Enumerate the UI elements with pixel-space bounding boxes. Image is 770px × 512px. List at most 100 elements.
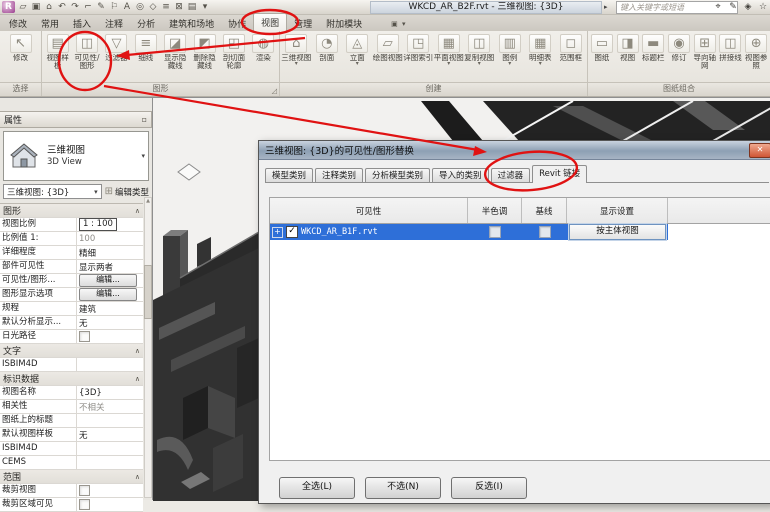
collapse-chevron-icon[interactable]: ∧ xyxy=(135,207,140,215)
by-host-view-button[interactable]: 按主体视图 xyxy=(569,224,666,240)
ribbon-button-visibility-graphics[interactable]: ◫可见性/图形 xyxy=(72,33,101,82)
ribbon-button-title-block[interactable]: ▬标题栏 xyxy=(640,33,666,82)
dialog-button-2[interactable]: 反选(I) xyxy=(451,477,527,499)
ribbon-tab-0[interactable]: 修改 xyxy=(2,15,34,31)
property-section-10[interactable]: 文字∧ xyxy=(0,344,143,358)
communication-center-icon[interactable]: ◈ xyxy=(742,1,754,13)
property-value[interactable] xyxy=(77,499,143,510)
thin-lines-icon[interactable]: ≡ xyxy=(160,1,172,13)
draw-icon[interactable]: ✎ xyxy=(95,1,107,13)
property-section-12[interactable]: 标识数据∧ xyxy=(0,372,143,386)
visibility-cell[interactable]: +✓WKCD_AR_B1F.rvt xyxy=(270,224,468,240)
underlay-checkbox[interactable] xyxy=(539,226,551,238)
ribbon-tab-4[interactable]: 分析 xyxy=(130,15,162,31)
property-value[interactable]: 显示两者 xyxy=(77,261,143,273)
property-section-0[interactable]: 图形∧ xyxy=(0,204,143,218)
dialog-tab-2[interactable]: 分析模型类别 xyxy=(365,168,430,183)
tag-icon[interactable]: ⚐ xyxy=(108,1,120,13)
scrollbar-thumb[interactable] xyxy=(144,265,152,319)
ribbon-button-elevation[interactable]: ◬立面▾ xyxy=(342,33,373,82)
ribbon-button-schedules[interactable]: ▦明细表▾ xyxy=(525,33,556,82)
ribbon-button-revisions[interactable]: ◉修订 xyxy=(666,33,692,82)
ribbon-button-modify-cursor[interactable]: ↖修改 xyxy=(1,33,40,82)
dialog-close-icon[interactable]: ✕ xyxy=(749,143,770,158)
revit-logo-icon[interactable]: R xyxy=(2,1,15,13)
redo-icon[interactable]: ↷ xyxy=(69,1,81,13)
dialog-tab-3[interactable]: 导入的类别 xyxy=(432,168,489,183)
property-checkbox[interactable] xyxy=(79,499,90,510)
property-value[interactable]: 无 xyxy=(77,317,143,329)
dialog-button-1[interactable]: 不选(N) xyxy=(365,477,441,499)
property-value[interactable] xyxy=(77,485,143,496)
ribbon-button-sheet[interactable]: ▭图纸 xyxy=(589,33,615,82)
properties-options-icon[interactable]: ▫ xyxy=(142,115,147,124)
property-value[interactable] xyxy=(77,331,143,342)
edit-type-button[interactable]: ⊞ 编辑类型 xyxy=(105,186,149,198)
ribbon-button-default-3d-view[interactable]: ⌂三维视图▾ xyxy=(281,33,312,82)
close-hidden-windows-icon[interactable]: ⊠ xyxy=(173,1,185,13)
measure-icon[interactable]: ⌐ xyxy=(82,1,94,13)
property-value[interactable]: 无 xyxy=(77,429,143,441)
title-dropdown-icon[interactable]: ▸ xyxy=(604,3,608,11)
ribbon-button-view-template[interactable]: ▤视图样板 xyxy=(43,33,72,82)
save-icon[interactable]: ▣ xyxy=(30,1,42,13)
dialog-tab-0[interactable]: 模型类别 xyxy=(265,168,313,183)
property-value[interactable]: 建筑 xyxy=(77,303,143,315)
ribbon-tab-9[interactable]: 附加模块 xyxy=(319,15,369,31)
type-selector[interactable]: 三维视图 3D View ▾ xyxy=(3,131,149,181)
sign-in-icon[interactable]: ✎ xyxy=(727,1,739,13)
open-icon[interactable]: ▱ xyxy=(17,1,29,13)
halftone-checkbox[interactable] xyxy=(489,226,501,238)
property-value[interactable]: 不相关 xyxy=(77,401,143,413)
ribbon-button-filters[interactable]: ▽过滤器 xyxy=(102,33,131,82)
properties-scrollbar[interactable]: ▲ xyxy=(144,197,152,498)
properties-header[interactable]: 属性 ▫ xyxy=(0,111,152,128)
ribbon-tab-8[interactable]: 管理 xyxy=(287,15,319,31)
section-icon[interactable]: ◇ xyxy=(147,1,159,13)
dialog-tab-5[interactable]: Revit 链接 xyxy=(532,165,587,183)
ribbon-button-matchline[interactable]: ◫拼接线 xyxy=(718,33,744,82)
property-section-19[interactable]: 范围∧ xyxy=(0,470,143,484)
switch-windows-icon[interactable]: ▤ xyxy=(186,1,198,13)
column-header-0[interactable]: 可见性 xyxy=(270,198,468,223)
ribbon-display-toggle-icon[interactable]: ▣ ▾ xyxy=(391,20,406,31)
property-value[interactable]: 1 : 100 xyxy=(77,218,143,231)
ribbon-button-drafting-view[interactable]: ▱绘图视图 xyxy=(373,33,404,82)
dialog-tab-1[interactable]: 注释类别 xyxy=(315,168,363,183)
dialog-tab-4[interactable]: 过滤器 xyxy=(491,168,531,183)
ribbon-tab-5[interactable]: 建筑和场地 xyxy=(162,15,221,31)
display-settings-cell[interactable]: 按主体视图 xyxy=(567,224,668,240)
search-binoculars-icon[interactable]: ⌖ xyxy=(712,1,724,13)
dialog-button-0[interactable]: 全选(L) xyxy=(279,477,355,499)
property-value[interactable]: 编辑... xyxy=(77,274,143,287)
ribbon-tab-2[interactable]: 插入 xyxy=(66,15,98,31)
panel-dialog-launcher-icon[interactable]: ◿ xyxy=(272,85,277,97)
ribbon-button-remove-hidden-lines[interactable]: ◩删除隐藏线 xyxy=(190,33,219,82)
collapse-chevron-icon[interactable]: ∧ xyxy=(135,347,140,355)
edit-button[interactable]: 编辑... xyxy=(79,274,137,287)
ribbon-button-scope-box[interactable]: ◻范围框 xyxy=(556,33,587,82)
ribbon-button-view-reference[interactable]: ⊕视图参照 xyxy=(743,33,769,82)
column-header-2[interactable]: 基线 xyxy=(522,198,567,223)
3d-view-icon[interactable]: ◎ xyxy=(134,1,146,13)
property-value[interactable]: {3D} xyxy=(77,388,143,398)
property-value[interactable]: 编辑... xyxy=(77,288,143,301)
column-header-4[interactable] xyxy=(668,198,770,223)
underlay-cell[interactable] xyxy=(522,224,567,240)
home-3d-icon[interactable]: ⌂ xyxy=(43,1,55,13)
undo-icon[interactable]: ↶ xyxy=(56,1,68,13)
text-icon[interactable]: A xyxy=(121,1,133,13)
ribbon-button-legends[interactable]: ▥图例▾ xyxy=(495,33,526,82)
edit-button[interactable]: 编辑... xyxy=(79,288,137,301)
scroll-up-icon[interactable]: ▲ xyxy=(146,198,150,205)
ribbon-tab-6[interactable]: 协作 xyxy=(221,15,253,31)
expand-icon[interactable]: + xyxy=(272,227,283,238)
ribbon-button-view[interactable]: ◨视图 xyxy=(615,33,641,82)
ribbon-button-cut-profile[interactable]: ◰剖切面轮廓 xyxy=(219,33,248,82)
table-row[interactable]: +✓WKCD_AR_B1F.rvt 按主体视图 xyxy=(270,224,770,240)
halftone-cell[interactable] xyxy=(468,224,522,240)
property-value[interactable]: 100 xyxy=(77,234,143,244)
property-checkbox[interactable] xyxy=(79,331,90,342)
ribbon-tab-3[interactable]: 注释 xyxy=(98,15,130,31)
ribbon-button-plan-views[interactable]: ▦平面视图▾ xyxy=(434,33,465,82)
